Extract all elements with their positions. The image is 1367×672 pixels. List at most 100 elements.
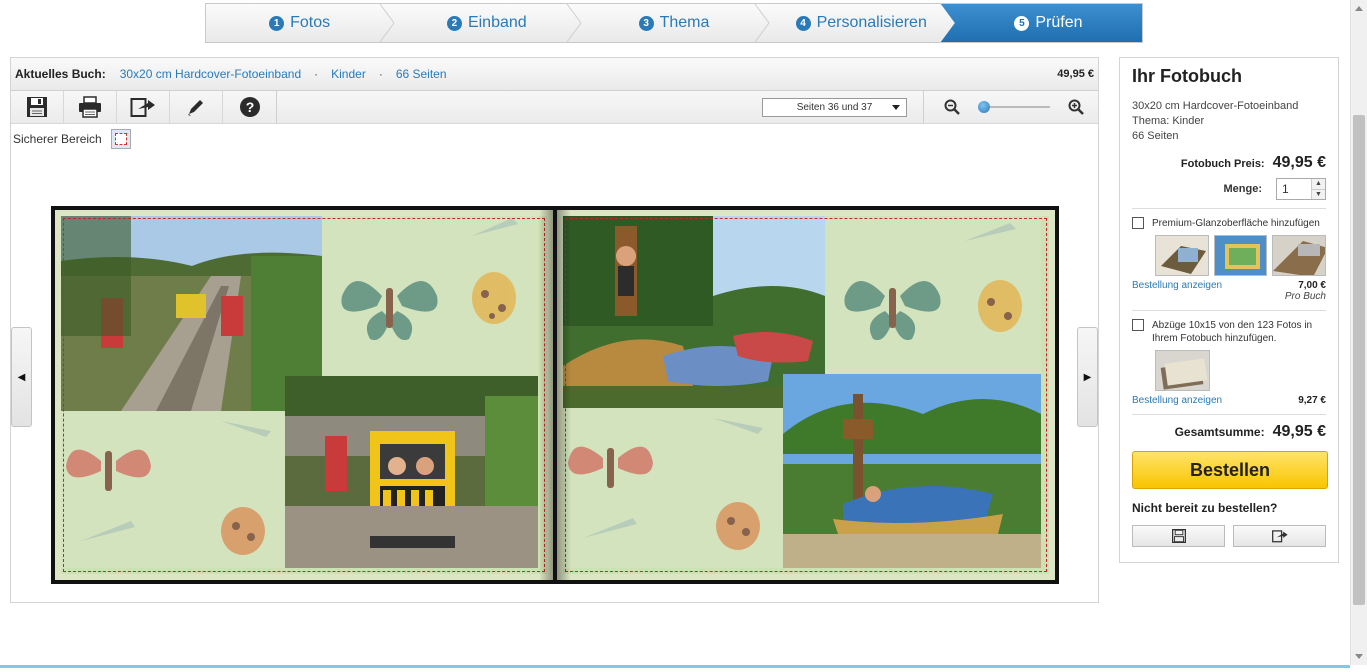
page-gutter-shadow [539, 210, 553, 580]
save-share-buttons [1132, 525, 1326, 547]
zoom-slider-handle[interactable] [977, 101, 990, 113]
option-glossy: Premium-Glanzoberfläche hinzufügen [1132, 217, 1326, 230]
glossy-preview-image [1272, 235, 1327, 276]
glossy-price: 7,00 € Pro Buch [1285, 280, 1326, 302]
safe-area-icon[interactable] [110, 129, 131, 149]
book-pages-link[interactable]: 66 Seiten [396, 67, 447, 81]
book-theme: Thema: Kinder [1132, 115, 1205, 127]
glossy-price-unit: Pro Buch [1284, 291, 1326, 302]
svg-text:?: ? [245, 99, 254, 115]
step-number: 4 [795, 15, 811, 31]
book-editor: Aktuelles Buch: 30x20 cm Hardcover-Fotoe… [10, 57, 1099, 603]
photo-kids-in-truck[interactable] [285, 376, 538, 568]
divider [1132, 310, 1326, 311]
page-selector[interactable]: Seiten 36 und 37 [762, 97, 907, 117]
page-selector-value: Seiten 36 und 37 [796, 101, 873, 113]
toolbar-actions: ? [11, 91, 277, 123]
print-button[interactable] [64, 91, 117, 123]
glossy-label: Premium-Glanzoberfläche hinzufügen [1152, 218, 1320, 229]
prints-label: Abzüge 10x15 von den 123 Fotos in Ihrem … [1152, 320, 1313, 344]
next-page-button[interactable]: ▶ [1077, 327, 1098, 427]
step-label: Prüfen [1035, 14, 1083, 31]
increment-arrow-icon[interactable]: ▲ [1312, 179, 1325, 190]
step-number: 2 [446, 15, 462, 31]
book-theme-link[interactable]: Kinder [331, 67, 366, 81]
prints-show-order-link[interactable]: Bestellung anzeigen [1132, 395, 1222, 406]
right-page[interactable] [557, 210, 1055, 580]
safe-area-label: Sicherer Bereich [13, 132, 102, 146]
photo-pirate-ship-blue-sky[interactable] [783, 374, 1041, 568]
save-project-button[interactable] [1132, 525, 1225, 547]
quantity-stepper[interactable]: 1 ▲ ▼ [1276, 178, 1326, 200]
edit-pencil-icon [188, 100, 203, 116]
share-project-button[interactable] [1233, 525, 1326, 547]
quantity-label: Menge: [1223, 183, 1263, 195]
glossy-preview-image [1213, 235, 1268, 276]
glossy-price-value: 7,00 € [1298, 280, 1326, 291]
scroll-down-arrow-icon[interactable] [1355, 654, 1363, 659]
photo-go-kart-track[interactable] [61, 216, 322, 411]
current-book-bar: Aktuelles Buch: 30x20 cm Hardcover-Fotoe… [11, 58, 1098, 91]
prints-thumbnails [1155, 350, 1326, 391]
not-ready-heading: Nicht bereit zu bestellen? [1132, 501, 1278, 515]
step-pruefen[interactable]: 5 Prüfen [940, 4, 1143, 42]
separator-dot: · [314, 67, 319, 81]
quantity-input[interactable]: 1 [1277, 179, 1311, 199]
page-scrollbar[interactable] [1350, 0, 1367, 665]
zoom-control [923, 91, 1084, 123]
step-einband[interactable]: 2 Einband [393, 4, 583, 42]
glossy-checkbox[interactable] [1132, 217, 1144, 229]
scroll-up-arrow-icon[interactable] [1355, 6, 1363, 11]
order-summary-panel: Ihr Fotobuch 30x20 cm Hardcover-Fotoeinb… [1119, 57, 1339, 563]
book-description: 30x20 cm Hardcover-Fotoeinband Thema: Ki… [1132, 99, 1326, 144]
order-button[interactable]: Bestellen [1132, 451, 1328, 489]
step-personalisieren[interactable]: 4 Personalisieren [768, 4, 955, 42]
prints-checkbox[interactable] [1132, 319, 1144, 331]
book-price-row: Fotobuch Preis: 49,95 € [1132, 154, 1326, 172]
scrollbar-thumb[interactable] [1353, 115, 1365, 605]
step-number: 3 [638, 15, 654, 31]
arrow-left-icon: ◀ [17, 371, 26, 383]
book-price: 49,95 € [1057, 68, 1094, 80]
zoom-slider[interactable] [977, 101, 1050, 113]
total-label: Gesamtsumme: [1174, 425, 1265, 439]
previous-page-button[interactable]: ◀ [11, 327, 32, 427]
arrow-right-icon: ▶ [1083, 371, 1092, 383]
decorative-pattern [825, 216, 1041, 374]
step-label: Thema [659, 14, 710, 31]
divider [1132, 208, 1326, 209]
help-icon: ? [239, 97, 260, 117]
divider [1132, 414, 1326, 415]
option-prints: Abzüge 10x15 von den 123 Fotos in Ihrem … [1132, 319, 1326, 345]
zoom-in-icon[interactable] [1068, 99, 1084, 115]
step-number: 5 [1014, 15, 1030, 31]
glossy-footer: Bestellung anzeigen 7,00 € Pro Buch [1132, 280, 1326, 302]
save-button[interactable] [11, 91, 64, 123]
step-number: 1 [269, 15, 285, 31]
decorative-pattern [322, 216, 538, 376]
edit-button[interactable] [170, 91, 223, 123]
decorative-pattern [61, 411, 285, 568]
step-thema[interactable]: 3 Thema [580, 4, 770, 42]
chevron-down-icon [892, 104, 900, 110]
step-fotos[interactable]: 1 Fotos [206, 4, 395, 42]
editor-toolbar: ? Seiten 36 und 37 [11, 91, 1098, 124]
left-page[interactable] [55, 210, 553, 580]
glossy-thumbnails [1155, 235, 1327, 276]
current-book-label: Aktuelles Buch: [15, 67, 106, 81]
prints-footer: Bestellung anzeigen 9,27 € [1132, 395, 1326, 406]
decorative-pattern [563, 408, 783, 568]
decrement-arrow-icon[interactable]: ▼ [1312, 189, 1325, 199]
app-root: 1 Fotos 2 Einband 3 Thema 4 Personalisie… [0, 0, 1367, 672]
prints-preview-image [1155, 350, 1210, 391]
share-icon [130, 98, 155, 117]
book-format-link[interactable]: 30x20 cm Hardcover-Fotoeinband [120, 67, 301, 81]
book-format: 30x20 cm Hardcover-Fotoeinband [1132, 100, 1299, 112]
glossy-preview-image [1155, 235, 1209, 276]
share-button[interactable] [117, 91, 170, 123]
help-button[interactable]: ? [223, 91, 276, 123]
glossy-show-order-link[interactable]: Bestellung anzeigen [1132, 280, 1222, 291]
total-value: 49,95 € [1272, 423, 1326, 440]
prints-price: 9,27 € [1298, 395, 1326, 406]
zoom-out-icon[interactable] [944, 99, 960, 115]
